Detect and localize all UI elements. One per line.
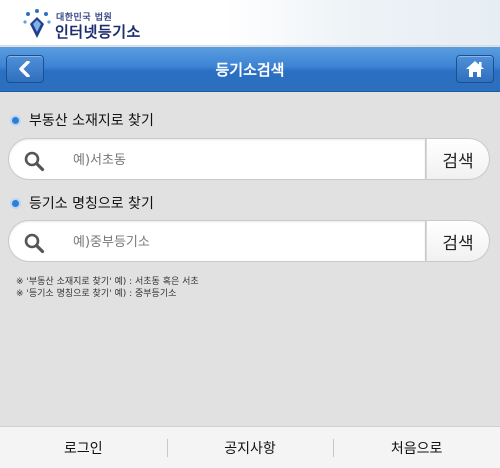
location-search-field[interactable] [8,138,426,180]
footer-login-link[interactable]: 로그인 [0,427,167,468]
footer-nav: 로그인 공지사항 처음으로 [0,426,500,468]
footer-home-link[interactable]: 처음으로 [333,427,500,468]
office-search-field[interactable] [8,220,426,262]
search-notes: ※ '부동산 소재지로 찾기' 예) : 서초동 혹은 서초 ※ '등기소 명칭… [16,276,199,300]
home-button[interactable] [456,55,494,83]
note-line: ※ '부동산 소재지로 찾기' 예) : 서초동 혹은 서초 [16,277,199,287]
note-line: ※ '등기소 명칭으로 찾기' 예) : 중부등기소 [16,289,177,299]
section-heading-office-name: 등기소 명칭으로 찾기 [10,193,154,213]
office-search-input[interactable] [73,232,413,252]
location-search-input[interactable] [73,150,413,170]
section-heading-location: 부동산 소재지로 찾기 [10,110,154,130]
bullet-icon [10,197,21,209]
office-search-button[interactable]: 검색 [426,220,490,262]
title-bar: 등기소검색 [0,47,500,92]
search-icon [24,233,45,254]
office-search-row: 검색 [8,220,490,262]
home-icon [466,61,484,77]
location-search-row: 검색 [8,138,490,180]
court-emblem-icon [23,9,51,38]
location-search-button[interactable]: 검색 [426,138,490,180]
footer-notice-link[interactable]: 공지사항 [166,427,334,468]
brand-header: 대한민국 법원 인터넷등기소 [0,0,500,46]
section-heading-label: 부동산 소재지로 찾기 [29,113,154,129]
bullet-icon [10,114,21,126]
page-title: 등기소검색 [215,61,285,79]
search-icon [24,151,45,172]
brand-name[interactable]: 인터넷등기소 [55,21,141,42]
section-heading-label: 등기소 명칭으로 찾기 [29,196,154,212]
